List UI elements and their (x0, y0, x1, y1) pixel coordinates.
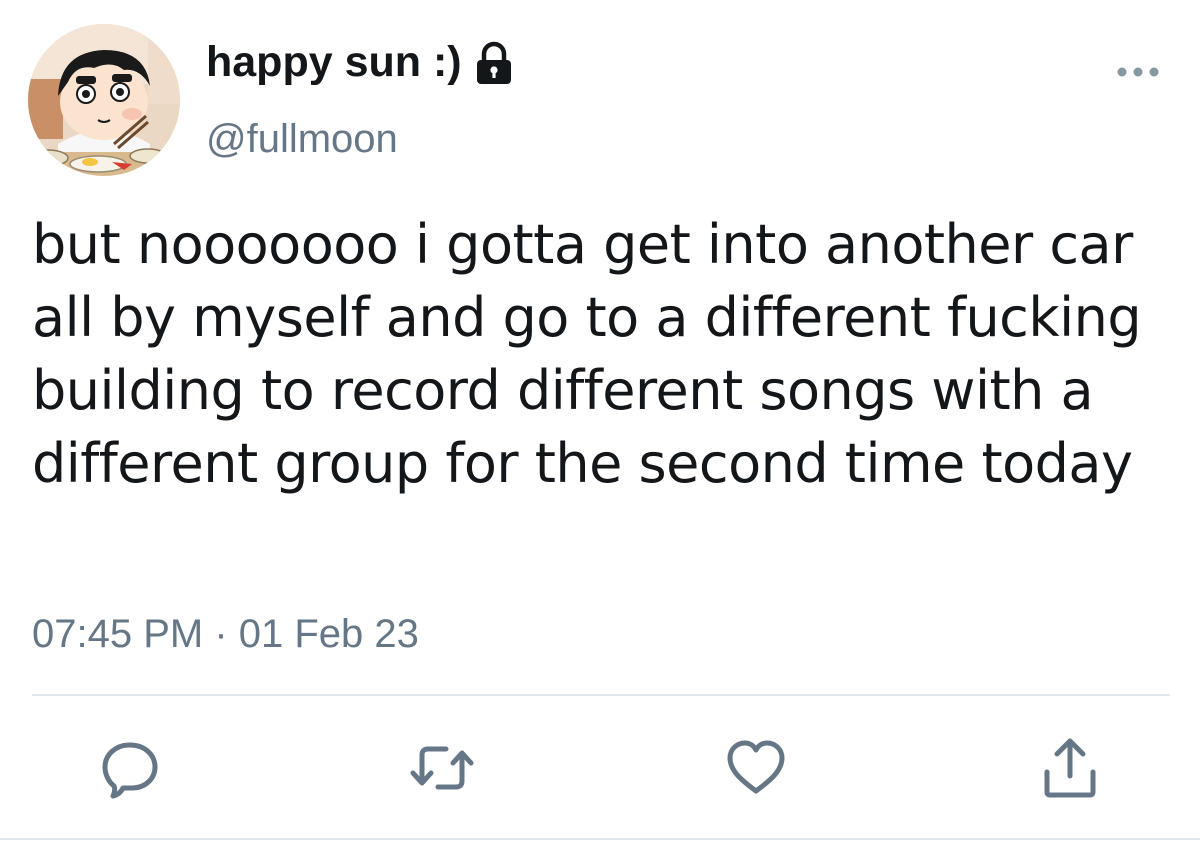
divider (32, 694, 1170, 696)
bottom-divider (0, 838, 1200, 840)
tweet-timestamp[interactable]: 07:45 PM · 01 Feb 23 (32, 612, 419, 657)
avatar-illustration (28, 24, 180, 176)
tweet-text: but nooooooo i gotta get into another ca… (32, 213, 1142, 495)
like-button[interactable] (724, 736, 788, 800)
retweet-icon (410, 746, 474, 790)
reply-icon (102, 742, 158, 799)
share-button[interactable] (1038, 736, 1102, 800)
retweet-button[interactable] (410, 736, 474, 800)
avatar[interactable] (28, 24, 180, 176)
user-handle[interactable]: @fullmoon (206, 117, 398, 162)
lock-icon (476, 41, 511, 84)
more-icon[interactable] (1112, 58, 1164, 86)
display-name-row[interactable]: happy sun :) (206, 38, 514, 87)
tweet-card: happy sun :) @fullmoon but nooooooo i go… (0, 0, 1200, 855)
reply-button[interactable] (98, 736, 162, 800)
like-icon (727, 740, 785, 794)
share-icon (1044, 738, 1096, 798)
display-name[interactable]: happy sun :) (206, 38, 462, 87)
